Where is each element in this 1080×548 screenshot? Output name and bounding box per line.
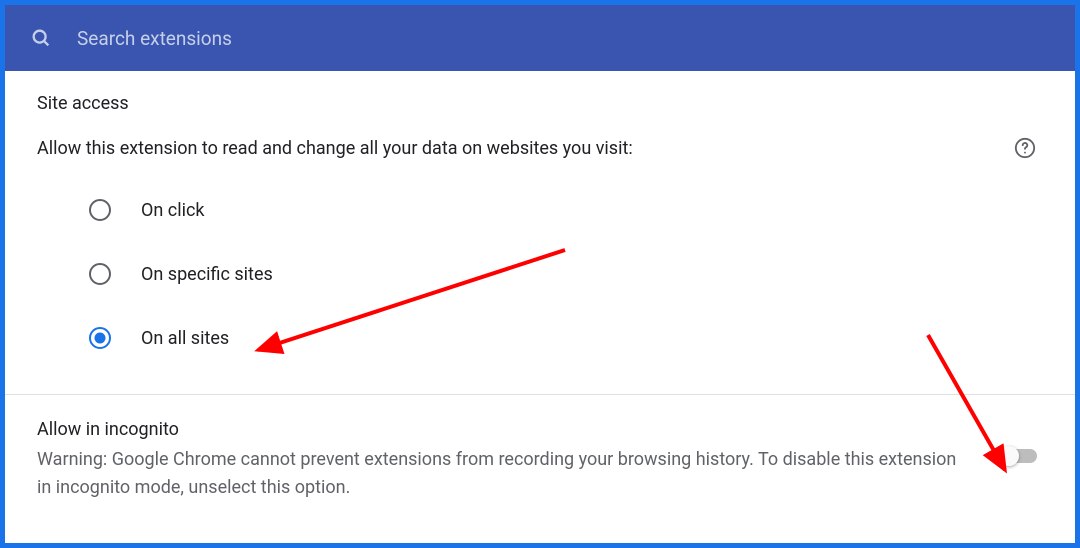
help-icon[interactable] xyxy=(1013,136,1037,160)
radio-on-all-sites[interactable]: On all sites xyxy=(89,306,1043,370)
site-access-description: Allow this extension to read and change … xyxy=(37,138,633,159)
allow-in-incognito-section: Allow in incognito Warning: Google Chrom… xyxy=(5,395,1075,526)
site-access-title: Site access xyxy=(37,93,1043,114)
radio-label: On all sites xyxy=(141,328,229,349)
search-bar xyxy=(5,5,1075,71)
toggle-knob xyxy=(999,446,1019,466)
search-input[interactable] xyxy=(77,27,1051,50)
search-icon xyxy=(29,26,53,50)
radio-icon-selected xyxy=(89,327,111,349)
radio-on-click[interactable]: On click xyxy=(89,178,1043,242)
incognito-warning: Warning: Google Chrome cannot prevent ex… xyxy=(37,446,961,502)
incognito-title: Allow in incognito xyxy=(37,419,961,440)
radio-icon xyxy=(89,199,111,221)
site-access-radio-group: On click On specific sites On all sites xyxy=(37,178,1043,370)
radio-icon xyxy=(89,263,111,285)
radio-on-specific-sites[interactable]: On specific sites xyxy=(89,242,1043,306)
incognito-toggle[interactable] xyxy=(1001,449,1037,463)
site-access-section: Site access Allow this extension to read… xyxy=(5,71,1075,394)
radio-label: On click xyxy=(141,200,205,221)
radio-label: On specific sites xyxy=(141,264,273,285)
